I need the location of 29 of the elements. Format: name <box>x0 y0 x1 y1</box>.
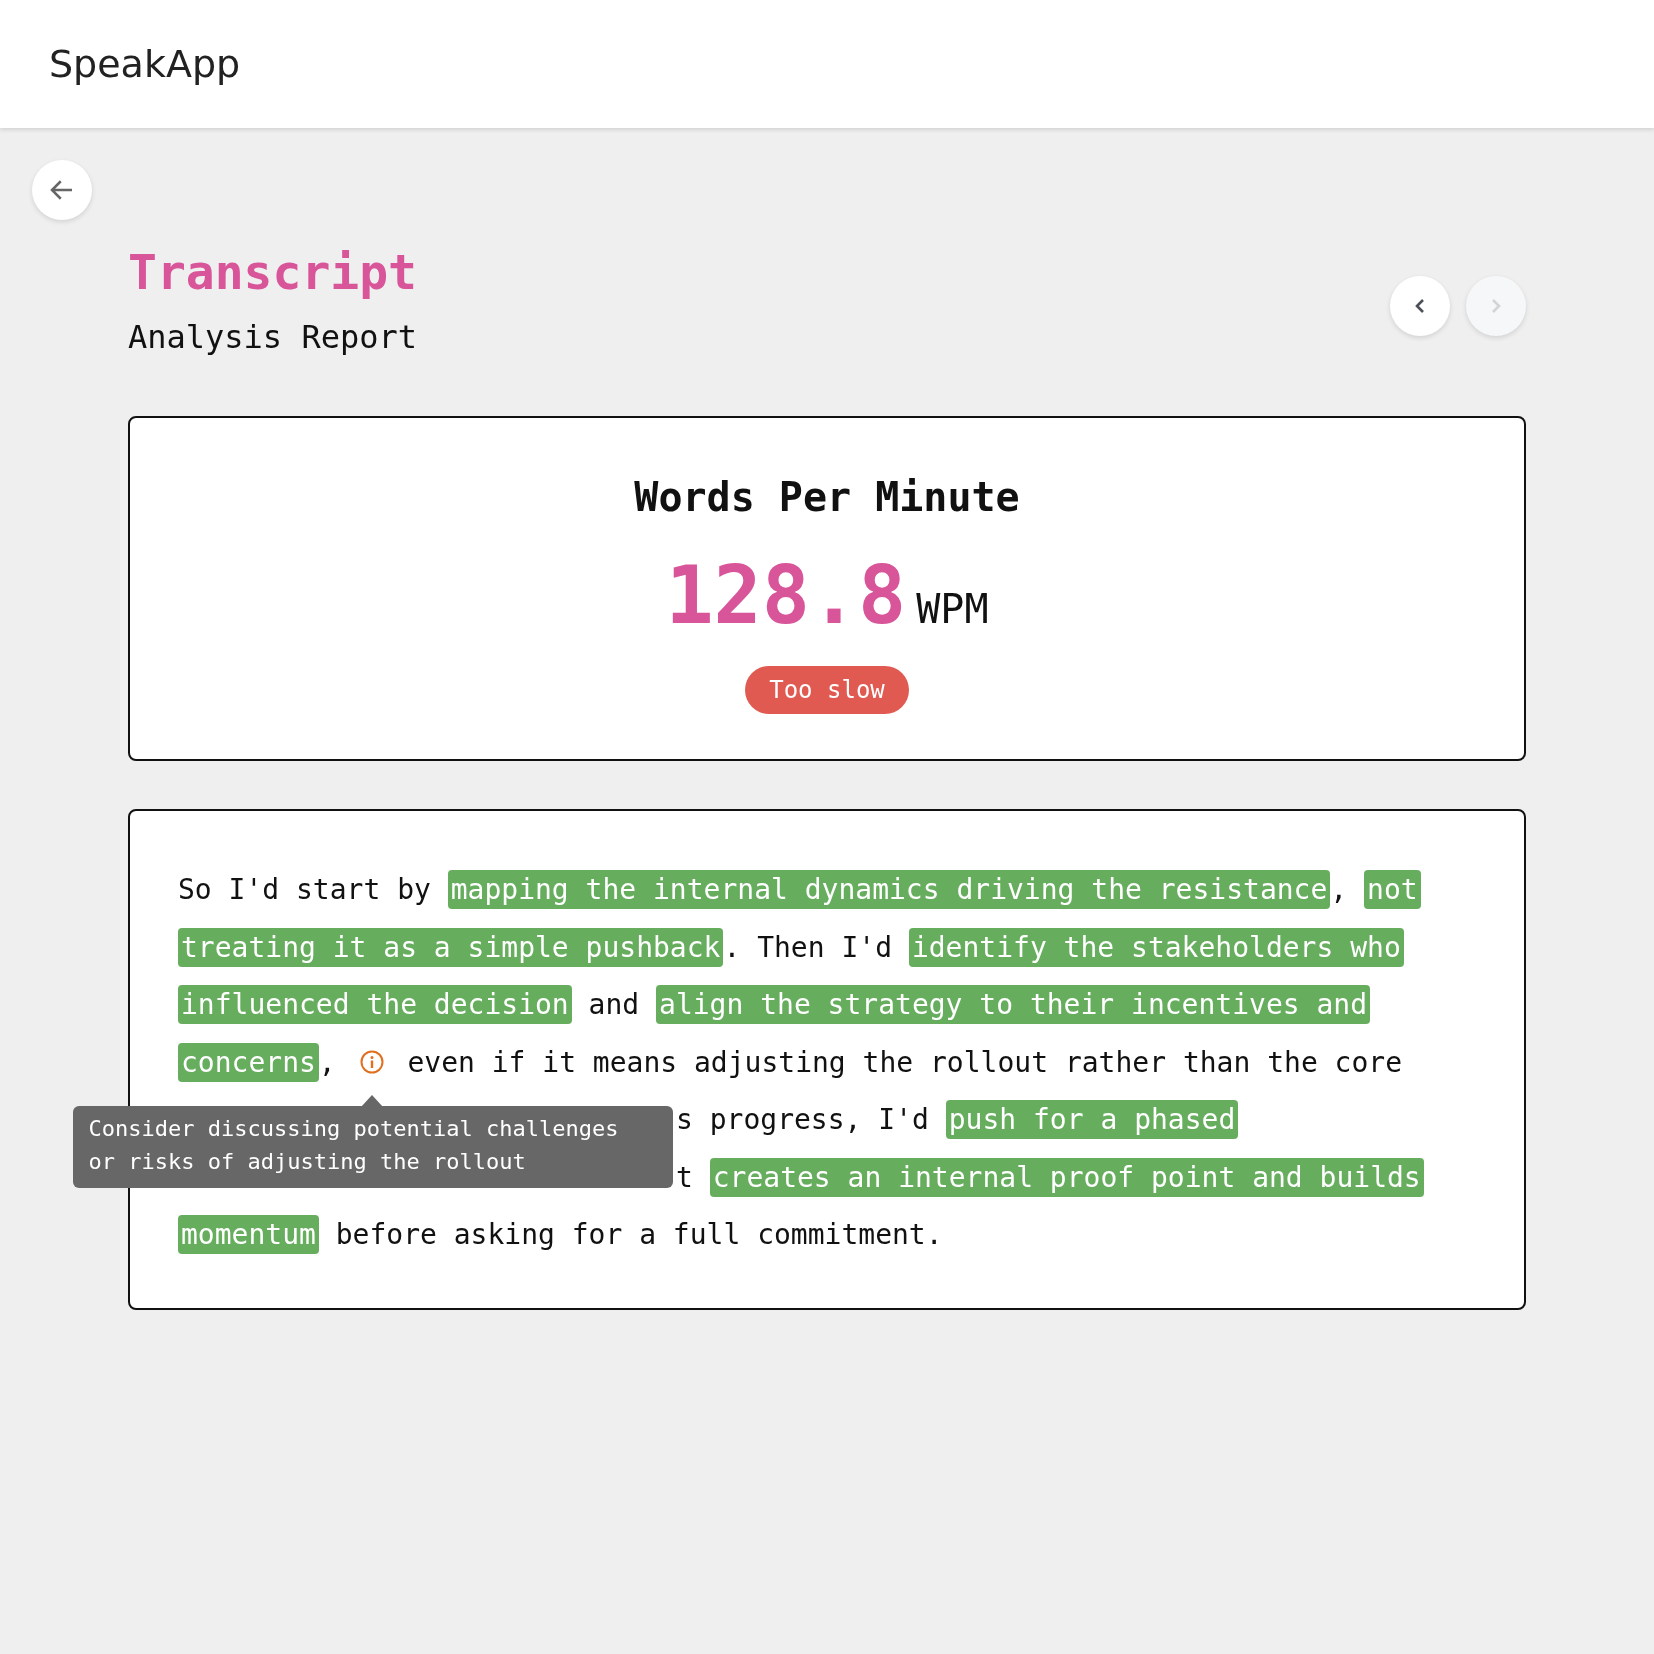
app-name: SpeakApp <box>49 42 241 86</box>
transcript-text: before asking for a full commitment. <box>334 1218 943 1252</box>
highlighted-phrase: mapping the internal dynamics driving the resistance <box>447 870 1331 910</box>
page-subtitle: Analysis Report <box>128 318 417 356</box>
highlighted-phrase: momentum <box>178 1215 319 1255</box>
page-title: Transcript <box>128 244 417 300</box>
transcript-text: So I'd start by <box>178 873 432 907</box>
wpm-value: 128.8 <box>665 556 907 636</box>
transcript-text: , <box>318 1045 337 1079</box>
pace-badge: Too slow <box>745 666 909 714</box>
transcript-text: and <box>587 988 641 1022</box>
back-button[interactable] <box>32 160 92 220</box>
tooltip: Consider discussing potential challenges or risks of adjusting the rollout <box>72 1106 673 1189</box>
transcript-text: . Then I'd <box>723 930 893 964</box>
transcript-text: t <box>676 1160 694 1194</box>
highlighted-phrase: identify the stakeholders who <box>908 927 1404 967</box>
highlighted-phrase: creates an internal proof point and builds <box>709 1157 1424 1197</box>
wpm-title: Words Per Minute <box>634 474 1020 520</box>
highlighted-phrase: influenced the decision <box>178 985 572 1025</box>
transcript-text: s progress, I'd <box>676 1103 930 1137</box>
info-icon[interactable] <box>358 1049 385 1076</box>
highlighted-phrase: not <box>1364 870 1421 910</box>
wpm-unit: WPM <box>916 586 989 632</box>
highlighted-phrase: push for a phased <box>945 1100 1239 1140</box>
transcript-text: , <box>1330 873 1349 907</box>
transcript-text: even if it means adjusting the rollout rather than the core <box>406 1045 1403 1079</box>
highlighted-phrase: align the strategy to their incentives and <box>656 985 1371 1025</box>
highlighted-phrase: treating it as a simple pushback <box>178 927 724 967</box>
highlighted-phrase: concerns <box>178 1042 319 1082</box>
